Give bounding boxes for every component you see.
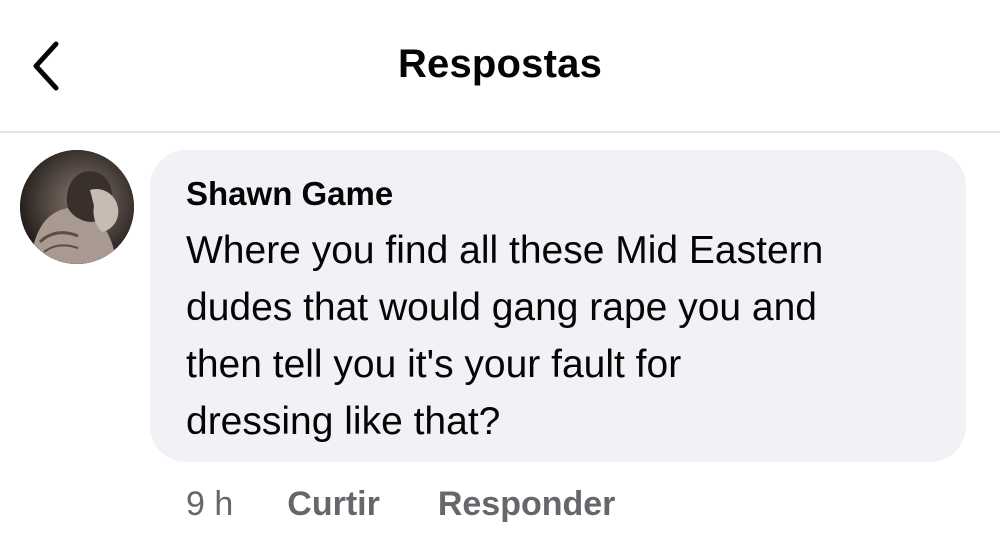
avatar[interactable] xyxy=(20,150,134,264)
comment-text: Where you find all these Mid Eastern dud… xyxy=(186,229,824,443)
top-bar: Respostas xyxy=(0,0,1000,133)
comment-author[interactable]: Shawn Game xyxy=(186,174,930,214)
like-button[interactable]: Curtir xyxy=(287,485,380,524)
avatar-photo xyxy=(20,150,134,264)
comment-bubble: Shawn Game Where you find all these Mid … xyxy=(150,150,966,462)
comment-actions: 9 h Curtir Responder xyxy=(186,480,615,528)
comment-timestamp: 9 h xyxy=(186,484,234,523)
reply-button[interactable]: Responder xyxy=(438,485,616,524)
page-title: Respostas xyxy=(397,42,603,86)
